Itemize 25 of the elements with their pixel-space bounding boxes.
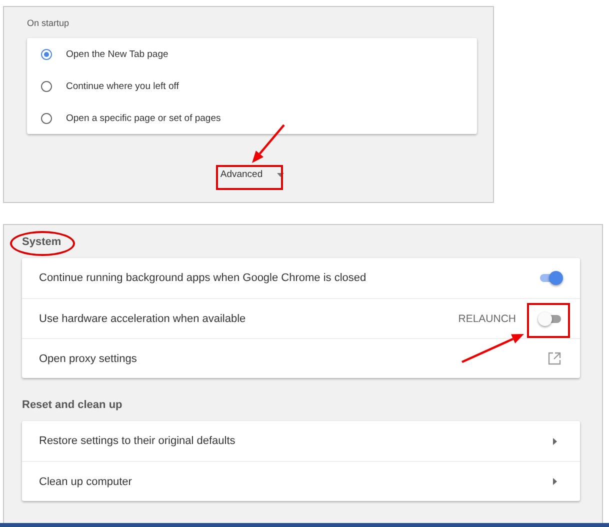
setting-label[interactable]: Restore settings to their original defaults xyxy=(39,435,553,447)
radio-button[interactable] xyxy=(41,48,52,60)
radio-button[interactable] xyxy=(41,112,52,124)
setting-label: Use hardware acceleration when available xyxy=(39,312,247,324)
external-link-icon[interactable] xyxy=(548,352,561,365)
caret-icon xyxy=(276,172,284,176)
highlight-ellipse xyxy=(10,231,75,256)
setting-label[interactable]: Clean up computer xyxy=(39,476,553,488)
setting-label: Continue running background apps when Google Chrome is closed xyxy=(39,272,368,284)
toggle-switch[interactable] xyxy=(538,271,563,285)
section-heading: Reset and clean up xyxy=(22,399,122,411)
relaunch-button[interactable]: RELAUNCH xyxy=(456,310,518,326)
section-heading: System xyxy=(22,236,62,248)
advanced-button[interactable]: Advanced xyxy=(216,167,288,182)
toggle-switch[interactable] xyxy=(538,312,563,326)
option-label: Continue where you left off xyxy=(66,80,179,92)
option-label: Open the New Tab page xyxy=(66,48,168,60)
section-heading: On startup xyxy=(27,18,70,28)
radio-button[interactable] xyxy=(41,80,52,92)
caret-icon[interactable] xyxy=(553,438,557,444)
highlight-box xyxy=(216,165,283,190)
highlight-box xyxy=(527,303,570,338)
setting-label: Open proxy settings xyxy=(39,352,138,364)
caret-icon[interactable] xyxy=(553,478,557,485)
option-label: Open a specific page or set of pages xyxy=(66,112,221,124)
